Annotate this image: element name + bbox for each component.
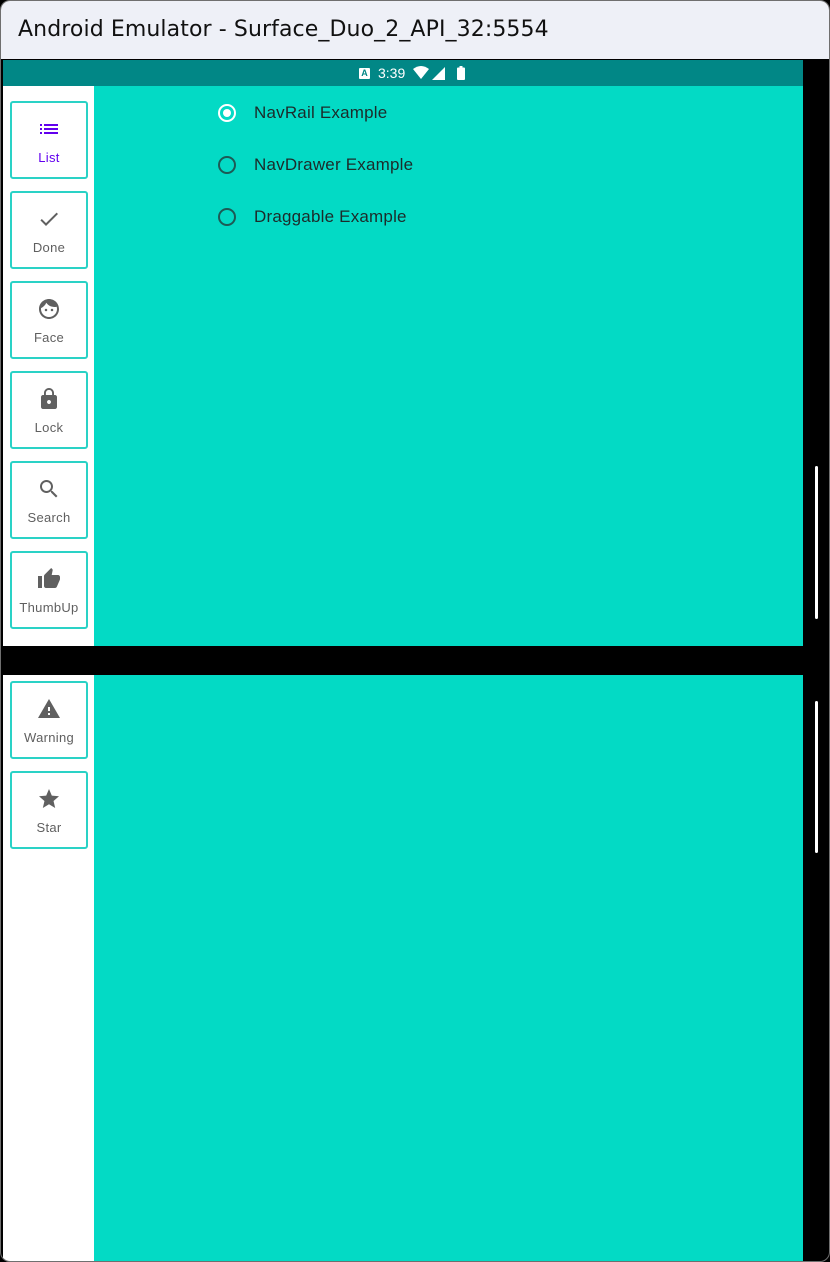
rail-item-label: ThumbUp <box>19 600 79 615</box>
a-notification-icon: A <box>359 67 370 79</box>
content-area-bottom <box>94 675 803 1261</box>
rail-item-warning[interactable]: Warning <box>10 681 88 759</box>
rail-item-list[interactable]: List <box>10 101 88 179</box>
rail-item-label: List <box>38 150 60 165</box>
search-icon <box>37 477 61 501</box>
face-icon <box>37 297 61 321</box>
battery-icon <box>457 66 466 80</box>
lock-icon <box>37 387 61 411</box>
top-screen: List Done Face Lock Search ThumbUp NavRa… <box>3 86 803 646</box>
list-icon <box>37 117 61 141</box>
rail-item-done[interactable]: Done <box>10 191 88 269</box>
rail-item-star[interactable]: Star <box>10 771 88 849</box>
option-label: NavDrawer Example <box>254 155 414 174</box>
rail-item-label: Search <box>27 510 71 525</box>
option-navdrawer[interactable]: NavDrawer Example <box>218 152 413 178</box>
wifi-icon <box>413 66 430 80</box>
option-navrail[interactable]: NavRail Example <box>218 100 387 126</box>
bottom-screen: Warning Star <box>3 675 803 1261</box>
rail-item-label: Star <box>36 820 62 835</box>
option-draggable[interactable]: Draggable Example <box>218 204 407 230</box>
star-icon <box>37 787 61 811</box>
rail-item-label: Warning <box>23 730 75 745</box>
nav-rail-top: List Done Face Lock Search ThumbUp <box>3 86 94 646</box>
window-title: Android Emulator - Surface_Duo_2_API_32:… <box>18 17 549 42</box>
radio-button[interactable] <box>218 156 236 174</box>
rail-item-lock[interactable]: Lock <box>10 371 88 449</box>
scrollbar-bottom[interactable] <box>815 701 818 853</box>
check-icon <box>37 207 61 231</box>
rail-item-thumbup[interactable]: ThumbUp <box>10 551 88 629</box>
rail-item-label: Done <box>32 240 66 255</box>
nav-rail-bottom: Warning Star <box>3 675 94 1261</box>
rail-item-label: Face <box>33 330 65 345</box>
rail-item-face[interactable]: Face <box>10 281 88 359</box>
thumb-up-icon <box>37 567 61 591</box>
option-label: NavRail Example <box>254 103 388 122</box>
title-bar[interactable]: Android Emulator - Surface_Duo_2_API_32:… <box>1 1 829 59</box>
status-time: 3:39 <box>378 65 406 81</box>
emulator-window: Android Emulator - Surface_Duo_2_API_32:… <box>0 0 830 1262</box>
rail-item-search[interactable]: Search <box>10 461 88 539</box>
radio-button[interactable] <box>218 208 236 226</box>
option-label: Draggable Example <box>254 207 407 226</box>
warning-icon <box>37 697 61 721</box>
cell-signal-icon <box>432 66 446 80</box>
scrollbar-top[interactable] <box>815 466 818 619</box>
content-area-top: NavRail Example NavDrawer Example Dragga… <box>94 86 803 646</box>
rail-item-label: Lock <box>34 420 64 435</box>
radio-button-checked[interactable] <box>218 104 236 122</box>
status-bar: A 3:39 <box>3 60 803 86</box>
